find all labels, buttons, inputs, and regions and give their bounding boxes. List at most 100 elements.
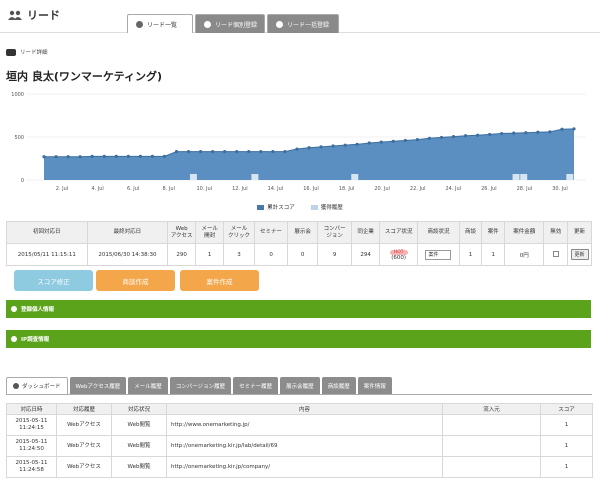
update-cell: 更新 xyxy=(567,243,592,266)
tab-lead-register[interactable]: リード個別登録 xyxy=(195,14,265,33)
summary-header-cell: 無効 xyxy=(543,221,569,244)
log-row: 2015-05-11 11:24:50 Webアクセス Web閲覧 http://one… xyxy=(6,435,593,457)
arrow-circle-icon xyxy=(204,20,211,28)
x-tick-label: 24. Jul xyxy=(445,186,461,192)
x-tick-label: 10. Jul xyxy=(196,186,212,192)
activity-log-table: 対応日時 対応履歴 対応状況 内容 流入元 スコア 2015-05-11 11:24:15 W… xyxy=(6,403,593,478)
panel-ip-info[interactable]: IP調査情報 xyxy=(6,330,591,348)
history-bar xyxy=(566,174,574,180)
score-status: HOT (600) xyxy=(379,243,419,266)
history-tab[interactable]: メール履歴 xyxy=(128,377,168,394)
tab-lead-list[interactable]: リード一覧 xyxy=(127,14,193,33)
score-point xyxy=(283,150,287,154)
score-value: (600) xyxy=(391,254,407,261)
score-edit-button[interactable]: スコア修正 xyxy=(14,270,93,291)
y-tick-label: 0 xyxy=(21,178,24,184)
score-point xyxy=(536,130,540,134)
score-point xyxy=(174,150,179,154)
panel-personal-info[interactable]: 登録個人情報 xyxy=(6,300,591,318)
summary-header-cell: メール 開封 xyxy=(195,221,225,244)
section-label: リード詳細 xyxy=(6,48,48,56)
create-meeting-button[interactable]: 商談作成 xyxy=(96,270,175,291)
x-tick-label: 6. Jul xyxy=(127,186,139,192)
summary-header-cell: コンバー ジョン xyxy=(317,221,353,244)
score-point xyxy=(319,145,323,149)
lead-summary-table: 初回対応日 最終対応日 Web アクセス メール 開封 メール クリック セミナー 展示会コ… xyxy=(6,221,592,266)
project-count: 1 xyxy=(481,243,506,266)
score-point xyxy=(488,132,492,137)
summary-header-cell: 案件 xyxy=(481,221,506,244)
tabs-divider xyxy=(6,394,592,395)
log-source xyxy=(442,435,541,457)
score-point xyxy=(500,131,504,136)
invalid-checkbox[interactable] xyxy=(552,250,559,257)
log-row: 2015-05-11 11:24:58 Webアクセス Web閲覧 http://one… xyxy=(6,456,593,478)
history-bar xyxy=(512,174,520,180)
history-tab[interactable]: 案件情報 xyxy=(357,377,392,394)
create-project-button[interactable]: 案件作成 xyxy=(180,270,259,291)
log-header-cell: 内容 xyxy=(166,403,443,415)
score-point xyxy=(235,150,239,154)
history-tabs: ダッシュボード Webアクセス履歴 メール履歴 コンバージョン履歴 セミナー履歴 展示会履… xyxy=(6,377,392,394)
history-bar xyxy=(520,174,528,180)
summary-header-cell: 更新 xyxy=(567,221,592,244)
log-header-cell: 対応状況 xyxy=(111,403,167,415)
tab-lead-bulk-register[interactable]: リード一括登録 xyxy=(267,14,339,33)
log-type: Webアクセス xyxy=(56,414,112,436)
summary-header-cell: 初回対応日 xyxy=(6,221,88,244)
project-amount: 0円 xyxy=(504,243,545,266)
log-datetime: 2015-05-11 11:24:58 xyxy=(6,456,57,478)
log-source xyxy=(442,414,541,436)
top-bar: リード リード一覧 リード個別登録 リード一括登録 xyxy=(0,0,600,33)
log-datetime: 2015-05-11 11:24:50 xyxy=(6,435,57,457)
score-point xyxy=(427,136,432,140)
score-point xyxy=(451,134,456,139)
legend-item[interactable]: 累計スコア xyxy=(257,203,295,211)
y-tick-label: 1000 xyxy=(11,92,24,98)
invalid-cell xyxy=(543,243,569,266)
history-tab[interactable]: 展示会履歴 xyxy=(280,377,320,394)
legend-item[interactable]: 獲得履歴 xyxy=(310,203,343,211)
seminar-count: 0 xyxy=(254,243,289,266)
score-point xyxy=(223,150,227,154)
score-point xyxy=(391,139,395,143)
x-tick-label: 12. Jul xyxy=(232,186,248,192)
history-tab[interactable]: コンバージョン履歴 xyxy=(169,377,232,394)
web-count: 290 xyxy=(167,243,197,266)
x-tick-label: 16. Jul xyxy=(303,186,319,192)
history-bar xyxy=(251,174,259,180)
log-score: 1 xyxy=(540,456,593,478)
x-tick-label: 30. Jul xyxy=(552,186,568,192)
deal-status-select[interactable]: 案件 xyxy=(425,249,452,260)
score-point xyxy=(379,140,383,144)
first-contact: 2015/05/11 11:15:11 xyxy=(6,243,88,266)
score-point xyxy=(524,131,528,135)
history-tab[interactable]: 商談履歴 xyxy=(321,377,356,394)
x-tick-label: 22. Jul xyxy=(410,186,426,192)
score-point xyxy=(186,150,191,154)
log-type: Webアクセス xyxy=(56,456,112,478)
history-tab[interactable]: Webアクセス履歴 xyxy=(69,377,127,394)
users-icon xyxy=(8,10,22,20)
history-bar xyxy=(351,174,359,180)
summary-header-cell: 商談 xyxy=(458,221,483,244)
history-tab[interactable]: セミナー履歴 xyxy=(233,377,279,394)
history-bar xyxy=(189,174,197,180)
score-point xyxy=(403,138,407,143)
update-button[interactable]: 更新 xyxy=(570,249,589,260)
score-point xyxy=(42,155,46,159)
score-point xyxy=(355,142,359,146)
score-point xyxy=(150,154,155,158)
conversion-count: 9 xyxy=(317,243,353,266)
expo-count: 0 xyxy=(287,243,319,266)
lead-name: 垣内 良太(ワンマーケティング) xyxy=(6,70,163,83)
score-point xyxy=(198,150,203,154)
summary-header-cell: 案件金額 xyxy=(504,221,545,244)
log-header-cell: 流入元 xyxy=(442,403,541,415)
log-row: 2015-05-11 11:24:15 Webアクセス Web閲覧 http://www… xyxy=(6,414,593,436)
summary-header-cell: 商談状況 xyxy=(417,221,460,244)
plus-circle-icon xyxy=(11,336,17,342)
summary-header-row: 初回対応日 最終対応日 Web アクセス メール 開封 メール クリック セミナー 展示会コ… xyxy=(6,221,592,244)
deal-count: 1 xyxy=(458,243,483,266)
history-tab[interactable]: ダッシュボード xyxy=(6,377,68,394)
